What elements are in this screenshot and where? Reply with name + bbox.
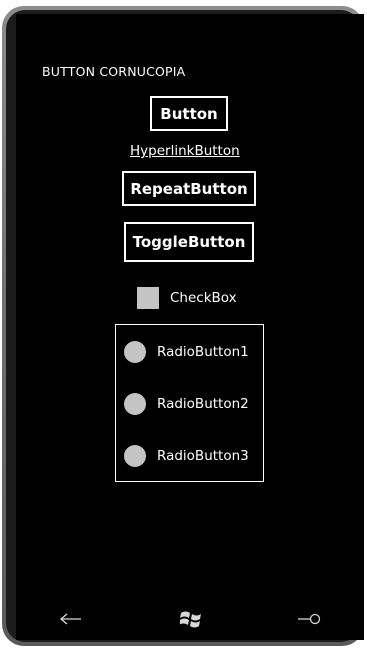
checkbox-box[interactable] (137, 287, 159, 309)
repeat-button[interactable]: RepeatButton (122, 171, 256, 206)
checkbox[interactable]: CheckBox (137, 286, 237, 310)
radio-label[interactable]: RadioButton2 (157, 396, 249, 412)
radio-button-2[interactable]: RadioButton2 (124, 392, 249, 416)
radio-button-1[interactable]: RadioButton1 (124, 340, 249, 364)
radio-label[interactable]: RadioButton3 (157, 448, 249, 464)
radio-group: RadioButton1 RadioButton2 RadioButton3 (115, 324, 264, 482)
radio-circle[interactable] (124, 445, 146, 467)
checkbox-label[interactable]: CheckBox (170, 290, 237, 306)
app-screen: BUTTON CORNUCOPIA Button HyperlinkButton… (16, 14, 364, 598)
hyperlink-button[interactable]: HyperlinkButton (130, 143, 240, 159)
toggle-button[interactable]: ToggleButton (124, 222, 254, 262)
radio-button-3[interactable]: RadioButton3 (124, 444, 249, 468)
radio-label[interactable]: RadioButton1 (157, 344, 249, 360)
back-arrow-icon[interactable] (56, 598, 86, 640)
app-title: BUTTON CORNUCOPIA (42, 64, 186, 79)
button[interactable]: Button (150, 96, 228, 131)
search-icon[interactable] (294, 598, 324, 640)
radio-circle[interactable] (124, 393, 146, 415)
windows-logo-icon[interactable] (176, 598, 206, 640)
radio-circle[interactable] (124, 341, 146, 363)
hardware-nav-bar (16, 598, 364, 640)
